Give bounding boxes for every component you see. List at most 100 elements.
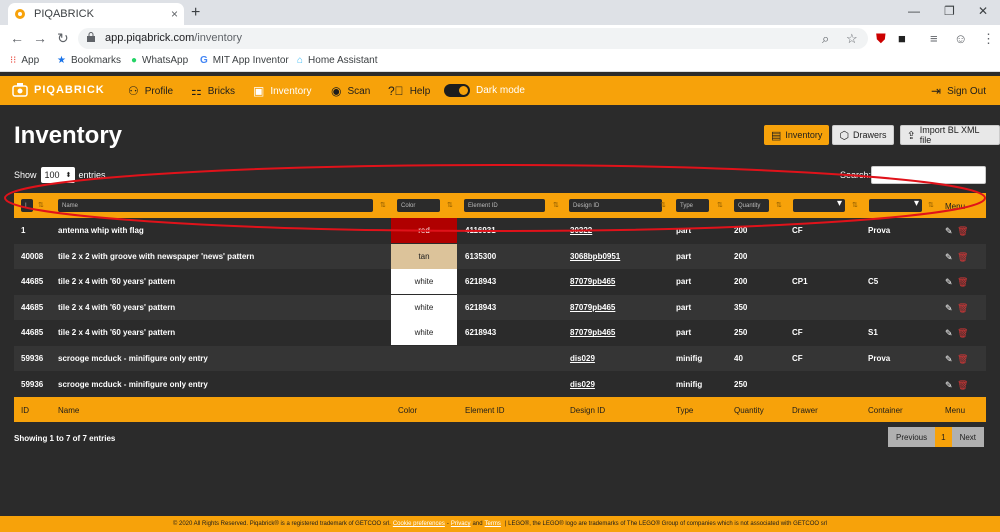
bookmark-mit-app-inventor[interactable]: G MIT App Inventor bbox=[200, 55, 289, 66]
filter-quantity-input[interactable]: Quantity bbox=[734, 199, 769, 212]
media-icon[interactable]: ≡ bbox=[930, 31, 938, 46]
footer-col-id[interactable]: ID bbox=[21, 406, 29, 415]
maximize-icon[interactable]: ❐ bbox=[944, 4, 955, 18]
filter-id-input[interactable]: I bbox=[21, 199, 33, 212]
cell-design-id[interactable]: dis029 bbox=[570, 372, 595, 397]
extension-icon[interactable]: ■ bbox=[898, 31, 906, 46]
filter-color-input[interactable]: Color bbox=[397, 199, 440, 212]
footer-col-quantity[interactable]: Quantity bbox=[734, 406, 764, 415]
bookmark-star-icon[interactable]: ☆ bbox=[846, 31, 858, 47]
close-window-icon[interactable]: ✕ bbox=[978, 4, 988, 18]
new-tab-icon[interactable]: + bbox=[191, 4, 200, 22]
ublock-icon[interactable]: ⛊ bbox=[876, 31, 886, 47]
search-input[interactable] bbox=[871, 166, 986, 184]
sort-icon[interactable]: ⇅ bbox=[38, 201, 44, 209]
cell-design-id[interactable]: 30322 bbox=[570, 218, 592, 243]
sort-icon[interactable]: ⇅ bbox=[776, 201, 782, 209]
browser-tab-bar: PIQABRICK × + — ❐ ✕ bbox=[0, 0, 1000, 25]
cell-name: scrooge mcduck - minifigure only entry bbox=[58, 379, 208, 389]
cell-design-id[interactable]: 3068bpb0951 bbox=[570, 244, 620, 269]
filter-design-id-input[interactable]: Design ID bbox=[569, 199, 662, 212]
page-1-button[interactable]: 1 bbox=[935, 427, 952, 447]
cell-design-id[interactable]: 87079pb465 bbox=[570, 295, 615, 320]
footer-col-color[interactable]: Color bbox=[398, 406, 417, 415]
sort-icon[interactable]: ⇅ bbox=[852, 201, 858, 209]
nav-help[interactable]: ?⃝ Help bbox=[388, 84, 430, 98]
sort-icon[interactable]: ⇅ bbox=[447, 201, 453, 209]
footer-col-menu: Menu bbox=[945, 406, 966, 415]
nav-scan[interactable]: ◉ Scan bbox=[331, 84, 370, 98]
trash-icon[interactable]: 🗑 bbox=[957, 226, 968, 237]
trash-icon[interactable]: 🗑 bbox=[957, 303, 968, 314]
table-info: Showing 1 to 7 of 7 entries bbox=[14, 434, 116, 443]
cell-design-id[interactable]: dis029 bbox=[570, 346, 595, 371]
filter-element-id-input[interactable]: Element ID bbox=[464, 199, 545, 212]
entries-select[interactable]: 100 ⬍ bbox=[40, 167, 75, 183]
drawers-view-button[interactable]: ⬡ Drawers bbox=[832, 125, 894, 145]
footer-col-drawer[interactable]: Drawer bbox=[792, 406, 818, 415]
filter-type-input[interactable]: Type bbox=[676, 199, 709, 212]
entries-length-control: Show 100 ⬍ entries bbox=[14, 167, 106, 183]
edit-icon[interactable]: ✎ bbox=[945, 380, 953, 391]
dark-mode-toggle[interactable] bbox=[444, 84, 470, 97]
edit-icon[interactable]: ✎ bbox=[945, 303, 953, 314]
filter-container-select[interactable] bbox=[869, 198, 922, 212]
import-bl-xml-button[interactable]: ⇪ Import BL XML file bbox=[899, 125, 1000, 145]
reload-icon[interactable]: ↻ bbox=[57, 30, 69, 47]
sign-out-button[interactable]: ⇥ Sign Out bbox=[931, 84, 986, 98]
filter-drawer-select[interactable] bbox=[793, 198, 845, 212]
zoom-icon[interactable]: ⌕ bbox=[822, 31, 829, 47]
edit-icon[interactable]: ✎ bbox=[945, 226, 953, 237]
edit-icon[interactable]: ✎ bbox=[945, 328, 953, 339]
trash-icon[interactable]: 🗑 bbox=[957, 328, 968, 339]
privacy-link[interactable]: Privacy bbox=[451, 521, 471, 527]
nav-profile[interactable]: ⚇ Profile bbox=[128, 84, 173, 98]
tab-close-icon[interactable]: × bbox=[171, 7, 178, 21]
back-icon[interactable]: ← bbox=[10, 30, 24, 46]
sort-icon[interactable]: ⇅ bbox=[553, 201, 559, 209]
forward-icon[interactable]: → bbox=[33, 30, 47, 46]
edit-icon[interactable]: ✎ bbox=[945, 252, 953, 263]
sort-icon[interactable]: ⇅ bbox=[717, 201, 723, 209]
footer-col-name[interactable]: Name bbox=[58, 406, 79, 415]
trash-icon[interactable]: 🗑 bbox=[957, 354, 968, 365]
sort-icon[interactable]: ⇅ bbox=[380, 201, 386, 209]
footer-col-design-id[interactable]: Design ID bbox=[570, 406, 605, 415]
select-arrows-icon: ⬍ bbox=[65, 172, 72, 179]
filter-name-input[interactable]: Name bbox=[58, 199, 373, 212]
cell-design-id[interactable]: 87079pb465 bbox=[570, 320, 615, 345]
minimize-icon[interactable]: — bbox=[908, 4, 920, 18]
chrome-menu-icon[interactable]: ⋮ bbox=[982, 31, 995, 47]
url-text: app.piqabrick.com/inventory bbox=[105, 32, 242, 44]
nav-inventory[interactable]: ▣ Inventory bbox=[253, 84, 311, 98]
footer-col-container[interactable]: Container bbox=[868, 406, 903, 415]
browser-tab[interactable]: PIQABRICK × bbox=[8, 3, 184, 25]
bookmark-app[interactable]: ⁝⁝ App bbox=[10, 55, 39, 66]
profile-avatar-icon[interactable]: ☺ bbox=[954, 31, 967, 46]
inventory-view-button[interactable]: ▤ Inventory bbox=[764, 125, 830, 145]
previous-page-button[interactable]: Previous bbox=[888, 427, 936, 447]
nav-label: Profile bbox=[144, 85, 174, 97]
footer-col-element-id[interactable]: Element ID bbox=[465, 406, 505, 415]
terms-link[interactable]: Terms bbox=[485, 521, 501, 527]
cell-design-id[interactable]: 87079pb465 bbox=[570, 269, 615, 294]
show-label: Show bbox=[14, 170, 37, 180]
bookmark-whatsapp[interactable]: ● WhatsApp bbox=[131, 55, 188, 66]
footer-col-type[interactable]: Type bbox=[676, 406, 693, 415]
whatsapp-icon: ● bbox=[131, 55, 138, 66]
cell-container: S1 bbox=[868, 328, 878, 338]
next-page-button[interactable]: Next bbox=[951, 427, 985, 447]
edit-icon[interactable]: ✎ bbox=[945, 277, 953, 288]
bookmark-home-assistant[interactable]: ⌂ Home Assistant bbox=[297, 55, 378, 66]
bookmark-bookmarks[interactable]: ★ Bookmarks bbox=[57, 55, 121, 66]
cell-container: Prova bbox=[868, 226, 891, 235]
trash-icon[interactable]: 🗑 bbox=[957, 380, 968, 391]
trash-icon[interactable]: 🗑 bbox=[957, 252, 968, 263]
sort-icon[interactable]: ⇅ bbox=[660, 201, 666, 209]
sort-icon[interactable]: ⇅ bbox=[928, 201, 934, 209]
cookie-preferences-link[interactable]: Cookie preferences bbox=[393, 521, 445, 527]
edit-icon[interactable]: ✎ bbox=[945, 354, 953, 365]
nav-bricks[interactable]: ⚏ Bricks bbox=[191, 84, 235, 98]
brand-logo[interactable]: PIQABRICK bbox=[12, 83, 105, 97]
trash-icon[interactable]: 🗑 bbox=[957, 277, 968, 288]
